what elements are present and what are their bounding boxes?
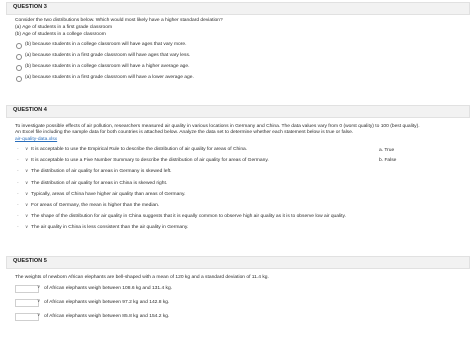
air-quality-file-link[interactable]: air-quality-data.xlsx: [15, 137, 57, 143]
question-3-option-4-label[interactable]: (a) because students in a first grade cl…: [25, 75, 194, 81]
statement-6-dash: -: [17, 203, 19, 208]
question-5-item-1-label: of African elephants weigh between 108.6…: [44, 286, 173, 291]
statement-7-dash: -: [17, 214, 19, 219]
choice-false: b. False: [379, 158, 397, 163]
statement-7-label: The shape of the distribution for air qu…: [31, 214, 346, 219]
question-3-option-2-radio[interactable]: [16, 54, 22, 60]
question-5-item-2-chevron-down-icon[interactable]: ∨: [37, 298, 40, 304]
question-3-option-4-radio[interactable]: [16, 76, 22, 82]
question-4-header: QUESTION 4: [6, 105, 470, 118]
statement-2-label: It is acceptable to use a Five Number Su…: [31, 158, 269, 163]
question-5-item-1-chevron-down-icon[interactable]: ∨: [37, 284, 40, 290]
question-3-option-3-radio[interactable]: [16, 65, 22, 71]
statement-8-label: The air quality in China is less consist…: [31, 225, 189, 230]
question-5-item-1-select[interactable]: [15, 285, 39, 293]
statement-8-dash: -: [17, 225, 19, 230]
question-5-item-3-select[interactable]: [15, 313, 39, 321]
question-5-prompt: The weights of newborn African elephants…: [15, 275, 269, 280]
question-5-item-3-label: of African elephants weigh between 85.8 …: [44, 314, 170, 319]
statement-1-chevron-down-icon[interactable]: ∨: [25, 146, 28, 152]
statement-5-dash: -: [17, 192, 19, 197]
question-3-header: QUESTION 3: [6, 2, 470, 15]
statement-6-label: For areas of Germany, the mean is higher…: [31, 203, 160, 208]
statement-2-chevron-down-icon[interactable]: ∨: [25, 157, 28, 163]
statement-2-dash: -: [17, 158, 19, 163]
statement-5-label: Typically, areas of China have higher ai…: [31, 192, 186, 197]
statement-1-label: It is acceptable to use the Empirical Ru…: [31, 147, 248, 152]
question-3-option-3-label[interactable]: (b) because students in a college classr…: [25, 64, 189, 70]
statement-3-dash: -: [17, 169, 19, 174]
question-3-option-2-label[interactable]: (a) because students in a first grade cl…: [25, 53, 190, 59]
question-3-item-a: (a) Age of students in a first grade cla…: [15, 25, 113, 30]
question-4-title: QUESTION 4: [13, 107, 47, 113]
statement-4-dash: -: [17, 181, 19, 186]
statement-4-label: The distribution of air quality for area…: [31, 181, 168, 186]
question-3-option-1-radio[interactable]: [16, 43, 22, 49]
question-5-item-2-label: of African elephants weigh between 97.2 …: [44, 300, 170, 305]
statement-4-chevron-down-icon[interactable]: ∨: [25, 180, 28, 186]
question-5-item-2-select[interactable]: [15, 299, 39, 307]
question-4-prompt-line-2: An Excel file including the sample data …: [15, 130, 354, 135]
statement-1-dash: -: [17, 147, 19, 152]
statement-5-chevron-down-icon[interactable]: ∨: [25, 191, 28, 197]
statement-6-chevron-down-icon[interactable]: ∨: [25, 202, 28, 208]
question-5-header: QUESTION 5: [6, 256, 470, 269]
question-5-item-3-chevron-down-icon[interactable]: ∨: [37, 312, 40, 318]
question-3-item-b: (b) Age of students in a college classro…: [15, 32, 106, 37]
question-3-option-1-label[interactable]: (b) because students in a college classr…: [25, 42, 186, 48]
question-3-prompt: Consider the two distributions below. Wh…: [15, 18, 223, 23]
statement-8-chevron-down-icon[interactable]: ∨: [25, 224, 28, 230]
choice-true: a. True: [379, 148, 395, 153]
statement-3-label: The distribution of air quality for area…: [31, 169, 172, 174]
statement-3-chevron-down-icon[interactable]: ∨: [25, 168, 28, 174]
statement-7-chevron-down-icon[interactable]: ∨: [25, 213, 28, 219]
question-5-title: QUESTION 5: [13, 258, 47, 264]
question-3-title: QUESTION 3: [13, 4, 47, 10]
